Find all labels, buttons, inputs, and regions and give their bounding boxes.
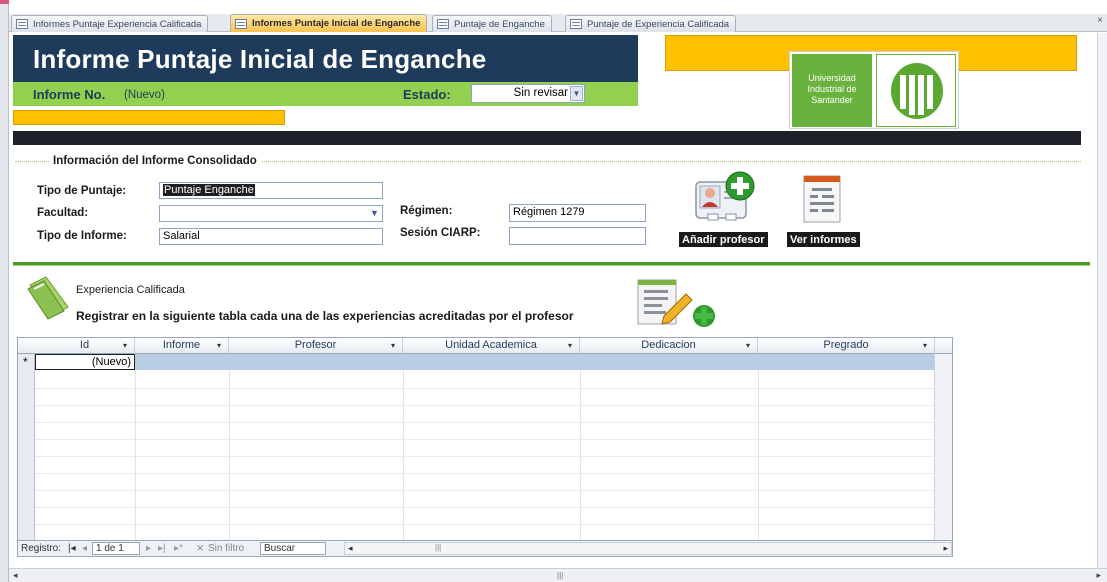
scroll-thumb-grip[interactable]: ||| — [435, 543, 441, 552]
table-row-new[interactable]: * (Nuevo) — [18, 354, 952, 370]
section-title-experiencia: Experiencia Calificada — [76, 284, 185, 296]
first-record-icon[interactable]: |◂ — [68, 543, 76, 554]
form-header: Informe Puntaje Inicial de Enganche — [13, 35, 638, 82]
tipo-informe-label: Tipo de Informe: — [37, 230, 127, 242]
tipo-informe-field[interactable]: Salarial — [159, 228, 383, 245]
regimen-field[interactable]: Régimen 1279 — [509, 204, 646, 222]
regimen-label: Régimen: — [400, 205, 453, 217]
form-icon — [16, 19, 28, 29]
scroll-right-icon[interactable]: ▸ — [1096, 570, 1101, 581]
chevron-down-icon[interactable]: ▾ — [923, 338, 927, 353]
filter-icon[interactable]: ⨯ — [196, 543, 204, 554]
chevron-down-icon[interactable]: ▼ — [570, 86, 583, 101]
document-tab-bar: Informes Puntaje Experiencia Calificada … — [9, 14, 1107, 32]
row-highlight[interactable] — [135, 354, 934, 370]
navigation-pane-strip[interactable] — [0, 0, 9, 582]
column-header-informe[interactable]: Informe ▾ — [135, 338, 229, 354]
filter-status[interactable]: Sin filtro — [208, 543, 244, 554]
view-reports-button[interactable]: Ver informes — [787, 232, 860, 247]
page-title: Informe Puntaje Inicial de Enganche — [33, 44, 487, 74]
chevron-down-icon[interactable]: ▾ — [568, 338, 572, 353]
last-record-icon[interactable]: ▸| — [158, 543, 166, 554]
tab-puntaje-enganche[interactable]: Puntaje de Enganche — [432, 15, 552, 32]
form-horizontal-scrollbar[interactable]: ◂ ||| ▸ — [9, 568, 1107, 582]
tab-informes-enganche[interactable]: Informes Puntaje Inicial de Enganche — [230, 14, 428, 32]
report-status-bar: Informe No. (Nuevo) Estado: Sin revisar … — [13, 82, 638, 106]
scroll-left-icon[interactable]: ◂ — [348, 543, 353, 554]
informe-no-value: (Nuevo) — [124, 89, 165, 101]
new-record-nav-icon[interactable]: ▸* — [174, 543, 183, 554]
folder-icon — [24, 273, 74, 321]
add-professor-button[interactable]: Añadir profesor — [679, 232, 768, 247]
column-header-dedicacion[interactable]: Dedicacion ▾ — [580, 338, 758, 354]
section-separator-light — [13, 265, 1090, 266]
record-label: Registro: — [21, 543, 62, 554]
close-tab-icon[interactable]: × — [1097, 15, 1103, 26]
uis-emblem-icon — [876, 54, 956, 127]
informe-no-label: Informe No. — [33, 87, 106, 102]
datasheet-vertical-scrollbar[interactable] — [934, 354, 952, 540]
record-navigation-bar: Registro: |◂ ◂ 1 de 1 ▸ ▸| ▸* ⨯ Sin filt… — [18, 540, 952, 556]
access-form-window: Informes Puntaje Experiencia Calificada … — [0, 0, 1107, 582]
next-record-icon[interactable]: ▸ — [146, 543, 151, 554]
previous-record-icon[interactable]: ◂ — [82, 543, 87, 554]
datasheet-header: Id ▾ Informe ▾ Profesor ▾ Unidad Academica ▾… — [18, 338, 952, 354]
tipo-puntaje-field[interactable]: Puntaje Enganche — [159, 182, 383, 199]
estado-dropdown[interactable]: Sin revisar ▼ — [471, 84, 585, 103]
column-header-pregrado[interactable]: Pregrado ▾ — [758, 338, 935, 354]
scroll-left-icon[interactable]: ◂ — [13, 570, 18, 581]
logo-text-block: Universidad Industrial de Santander — [792, 54, 872, 127]
orange-accent-bar — [13, 110, 285, 125]
experience-datasheet[interactable]: Id ▾ Informe ▾ Profesor ▾ Unidad Academica ▾… — [17, 337, 953, 557]
sesion-ciarp-field[interactable] — [509, 227, 646, 245]
facultad-dropdown[interactable]: ▼ — [159, 205, 383, 222]
add-professor-icon[interactable] — [694, 170, 758, 226]
chevron-down-icon[interactable]: ▾ — [746, 338, 750, 353]
column-header-id[interactable]: Id ▾ — [35, 338, 135, 354]
facultad-label: Facultad: — [37, 207, 89, 219]
sesion-ciarp-label: Sesión CIARP: — [400, 227, 481, 239]
search-field[interactable]: Buscar — [260, 542, 326, 555]
tab-informes-experiencia[interactable]: Informes Puntaje Experiencia Calificada — [11, 15, 209, 32]
column-header-profesor[interactable]: Profesor ▾ — [229, 338, 403, 354]
tipo-puntaje-label: Tipo de Puntaje: — [37, 185, 127, 197]
estado-label: Estado: — [403, 87, 451, 102]
tab-puntaje-experiencia[interactable]: Puntaje de Experiencia Calificada — [565, 15, 737, 32]
column-header-unidad-academica[interactable]: Unidad Academica ▾ — [403, 338, 580, 354]
chevron-down-icon[interactable]: ▾ — [123, 338, 127, 353]
id-cell[interactable]: (Nuevo) — [35, 354, 135, 370]
section-title-informe: Información del Informe Consolidado — [49, 155, 261, 167]
chevron-down-icon[interactable]: ▾ — [391, 338, 395, 353]
chevron-down-icon[interactable]: ▼ — [368, 207, 381, 220]
form-icon — [570, 19, 582, 29]
dark-divider-bar — [13, 131, 1081, 145]
scroll-thumb-grip[interactable]: ||| — [557, 571, 563, 580]
scroll-right-icon[interactable]: ▸ — [943, 543, 948, 554]
add-record-icon[interactable] — [634, 276, 722, 331]
datasheet-horizontal-scrollbar[interactable]: ◂ ||| ▸ — [344, 542, 952, 555]
form-vertical-scrollbar[interactable] — [1097, 33, 1107, 568]
section-instructions: Registrar en la siguiente tabla cada una… — [76, 309, 574, 323]
form-icon — [437, 19, 449, 29]
university-logo: Universidad Industrial de Santander — [789, 51, 959, 129]
chevron-down-icon[interactable]: ▾ — [217, 338, 221, 353]
view-reports-icon[interactable] — [800, 172, 844, 226]
new-record-icon: * — [23, 355, 28, 369]
record-selector-column[interactable] — [18, 338, 35, 556]
record-position-field[interactable]: 1 de 1 — [92, 542, 140, 555]
form-icon — [235, 18, 247, 29]
